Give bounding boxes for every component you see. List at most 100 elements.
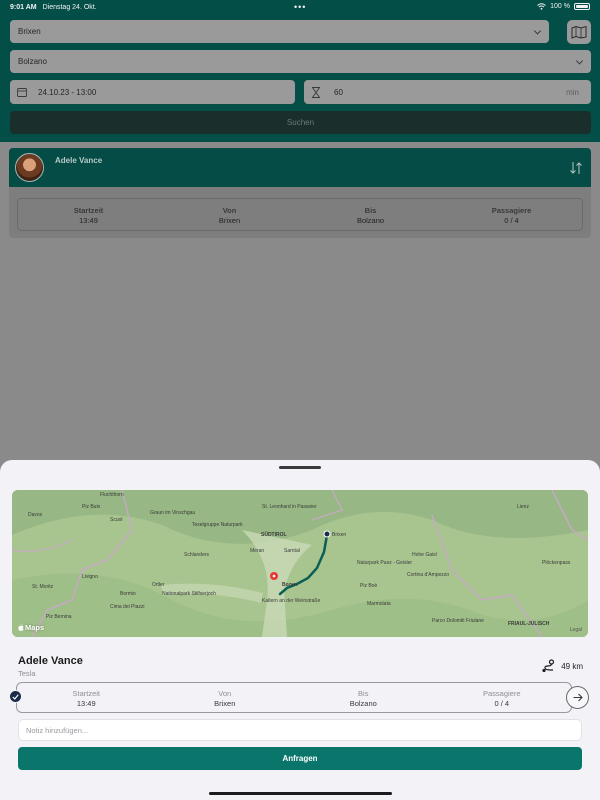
car-model: Tesla [18, 669, 36, 678]
stat-value: 13:49 [76, 699, 96, 708]
map-label: Bozen [282, 582, 297, 588]
ride-card-header: Adele Vance [9, 148, 591, 187]
route-icon [542, 659, 555, 673]
map-label: Naturpark Puez - Geisler [357, 560, 412, 566]
from-select[interactable]: Brixen [10, 20, 549, 43]
chevron-down-icon [575, 56, 584, 65]
stat-label: Von [222, 206, 237, 215]
battery-percent: 100 % [550, 3, 570, 10]
stat-value: Brixen [214, 699, 236, 708]
datetime-field[interactable]: 24.10.23 - 13:00 [10, 80, 295, 104]
map-icon [571, 25, 587, 39]
maps-logo-text: Maps [25, 623, 45, 632]
map-label: Fluchthorn [100, 492, 124, 498]
chevron-down-icon [533, 26, 542, 35]
stat-passengers: Passagiere 0 / 4 [433, 683, 572, 712]
stat-label: Passagiere [491, 206, 532, 215]
sheet-grabber[interactable] [279, 466, 321, 469]
map-label: Kaltern an der Weinstraße [262, 598, 320, 604]
map-label: Nationalpark Stilfserjoch [162, 591, 216, 597]
map-label: Cima dei Piazzi [110, 604, 144, 610]
map-label: SÜDTIROL [261, 531, 287, 538]
stat-label: Startzeit [72, 689, 100, 698]
stat-value: 0 / 4 [494, 699, 510, 708]
stat-label: Bis [364, 206, 377, 215]
map-label: St. Moritz [32, 584, 54, 590]
stat-label: Startzeit [73, 206, 104, 215]
request-button[interactable]: Anfragen [18, 747, 582, 770]
status-time: 9:01 AM [10, 3, 37, 11]
map-label: Piz Boè [360, 583, 377, 589]
map-label: Schlanders [184, 552, 210, 558]
map-label: Plöckenpass [542, 560, 571, 566]
wifi-icon [537, 3, 546, 10]
stat-label: Passagiere [482, 689, 521, 698]
map-legal-link[interactable]: Legal [570, 627, 582, 633]
stat-to: Bis Bolzano [294, 683, 433, 712]
apple-logo-icon [18, 624, 24, 631]
stat-from: Von Brixen [159, 199, 300, 230]
map-label: Piz Buin [82, 504, 101, 510]
stat-value: Brixen [218, 216, 241, 225]
map-view-button[interactable] [567, 20, 591, 44]
map-label: Davos [28, 512, 43, 518]
stat-passengers: Passagiere 0 / 4 [441, 199, 582, 230]
avatar [15, 153, 44, 182]
route-distance: 49 km [541, 659, 583, 673]
driver-name: Adele Vance [55, 156, 103, 165]
map-label: Texelgruppe Naturpark [192, 522, 243, 528]
battery-icon [574, 3, 590, 10]
stat-start-time: Startzeit 13:49 [18, 199, 159, 230]
ride-result-card[interactable]: Adele Vance Startzeit 13:49 Von Brixen Bis… [9, 148, 591, 238]
map-label: Bormio [120, 591, 136, 597]
map-label: St. Leonhard in Passeier [262, 504, 317, 510]
ride-stats: Startzeit 13:49 Von Brixen Bis Bolzano Pass… [16, 682, 572, 713]
to-value: Bolzano [18, 57, 47, 66]
stat-value: Bolzano [356, 216, 385, 225]
hourglass-icon [306, 80, 326, 104]
driver-name: Adele Vance [18, 655, 83, 667]
distance-value: 49 km [561, 661, 583, 671]
to-select[interactable]: Bolzano [10, 50, 591, 73]
search-button[interactable]: Suchen [10, 111, 591, 134]
stat-value: 0 / 4 [504, 216, 519, 225]
note-input[interactable] [18, 719, 582, 741]
map-label: Brixen [332, 532, 346, 538]
stat-label: Bis [358, 689, 369, 698]
sort-icon[interactable] [569, 161, 583, 175]
from-value: Brixen [18, 27, 41, 36]
map-label: Meran [250, 548, 264, 554]
map-label: FRIAUL-JULISCH [508, 621, 550, 627]
stat-start-time: Startzeit 13:49 [17, 683, 156, 712]
map-label: Ortler [152, 582, 165, 588]
status-bar: 9:01 AM Dienstag 24. Okt. ••• 100 % [0, 0, 600, 14]
route-map[interactable]: Fluchthorn Piz Buin Davos Scuol Graun im… [12, 490, 588, 637]
home-indicator[interactable] [209, 792, 392, 795]
stat-value: Bolzano [349, 699, 377, 708]
datetime-value: 24.10.23 - 13:00 [38, 87, 97, 97]
checkmark-icon [9, 690, 22, 703]
duration-field[interactable]: 60 min [304, 80, 591, 104]
arrow-right-icon [573, 693, 583, 702]
duration-unit: min [566, 87, 579, 97]
apple-maps-logo: Maps [18, 623, 44, 632]
multitask-dots-icon[interactable]: ••• [294, 2, 306, 12]
map-label: Scuol [110, 517, 123, 523]
calendar-icon [12, 80, 32, 104]
ride-stats: Startzeit 13:49 Von Brixen Bis Bolzano Pass… [17, 198, 583, 231]
stat-from: Von Brixen [156, 683, 295, 712]
map-label: Graun im Vinschgau [150, 510, 195, 516]
map-label: Livigno [82, 574, 98, 580]
next-ride-button[interactable] [566, 686, 589, 709]
map-label: Hohe Gaisl [412, 552, 437, 558]
duration-value: 60 [334, 87, 343, 97]
status-date: Dienstag 24. Okt. [42, 3, 97, 11]
stat-to: Bis Bolzano [300, 199, 441, 230]
stat-label: Von [218, 689, 232, 698]
stat-value: 13:49 [79, 216, 98, 225]
map-label: Lienz [517, 504, 529, 510]
map-label: Marmolata [367, 601, 391, 607]
ride-detail-sheet: Fluchthorn Piz Buin Davos Scuol Graun im… [0, 460, 600, 800]
map-label: Piz Bernina [46, 614, 72, 620]
map-label: Cortina d'Ampezzo [407, 572, 449, 578]
